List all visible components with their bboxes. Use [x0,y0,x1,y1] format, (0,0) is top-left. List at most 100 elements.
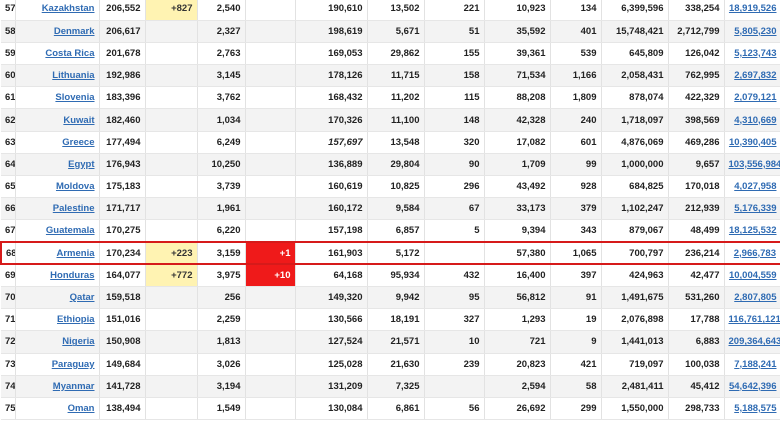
total-cases-cell: 176,943 [99,153,146,177]
country-link[interactable]: Lithuania [52,70,94,81]
total-cases-cell: 170,234 [99,241,146,266]
population-link[interactable]: 5,805,230 [734,26,776,37]
tests-per-million-cell: 212,939 [668,197,725,221]
country-cell: Armenia [15,241,100,266]
population-link[interactable]: 2,807,805 [734,292,776,303]
serious-critical-cell: 296 [424,175,485,199]
total-recovered-cell: 127,524 [295,330,368,354]
total-tests-cell: 15,748,421 [601,20,669,43]
country-link[interactable]: Honduras [50,270,94,281]
population-cell: 7,188,241 [724,353,780,376]
active-cases-cell: 7,325 [367,375,425,398]
total-deaths-cell: 3,762 [197,86,246,110]
total-cases-cell: 164,077 [99,264,146,287]
tests-per-million-cell: 42,477 [668,264,725,287]
country-link[interactable]: Egypt [68,159,94,170]
table-row: 67 Guatemala 170,275 6,220 157,198 6,857 5 9,39… [1,219,780,243]
country-link[interactable]: Ethiopia [57,314,94,325]
country-link[interactable]: Paraguay [52,359,95,370]
country-link[interactable]: Oman [68,403,95,414]
population-link[interactable]: 4,310,669 [734,115,776,126]
total-deaths-cell: 3,739 [197,175,246,199]
country-link[interactable]: Kazakhstan [42,3,95,14]
population-link[interactable]: 7,188,241 [734,359,776,370]
cases-per-million-cell: 1,293 [484,308,551,332]
total-cases-cell: 149,684 [99,353,146,376]
country-cell: Nigeria [15,330,100,354]
cases-per-million-cell: 56,812 [484,286,551,310]
active-cases-cell: 95,934 [367,264,425,287]
population-link[interactable]: 18,125,532 [729,225,777,236]
country-cell: Moldova [15,175,100,199]
active-cases-cell: 13,502 [367,0,425,21]
population-cell: 5,123,743 [724,42,780,66]
country-cell: Myanmar [15,375,100,398]
active-cases-cell: 11,715 [367,64,425,88]
table-row: 59 Costa Rica 201,678 2,763 169,053 29,862 155… [1,42,780,66]
tests-per-million-cell: 17,788 [668,308,725,332]
table-row: 69 Honduras 164,077 +772 3,975 +10 64,168 95,93… [1,264,780,287]
population-link[interactable]: 10,390,405 [729,137,777,148]
population-link[interactable]: 5,188,575 [734,403,776,414]
country-link[interactable]: Moldova [56,181,95,192]
country-link[interactable]: Qatar [70,292,95,303]
total-cases-cell: 177,494 [99,131,146,154]
population-link[interactable]: 10,004,559 [729,270,777,281]
population-cell: 2,079,121 [724,86,780,110]
table-row: 63 Greece 177,494 6,249 157,697 13,548 320 17,0… [1,131,780,154]
tests-per-million-cell: 236,214 [668,241,725,266]
total-recovered-cell: 130,084 [295,397,368,421]
total-recovered-cell: 160,619 [295,175,368,199]
country-link[interactable]: Denmark [54,26,95,37]
serious-critical-cell: 155 [424,42,485,66]
active-cases-cell: 29,862 [367,42,425,66]
population-cell: 54,642,396 [724,375,780,398]
population-link[interactable]: 18,919,526 [729,3,777,14]
cases-per-million-cell: 42,328 [484,108,551,132]
cases-per-million-cell: 26,692 [484,397,551,421]
total-deaths-cell: 6,220 [197,219,246,243]
rank-cell: 63 [1,131,16,154]
active-cases-cell: 18,191 [367,308,425,332]
country-link[interactable]: Myanmar [53,381,95,392]
population-link[interactable]: 209,364,643 [729,336,780,347]
population-link[interactable]: 2,079,121 [734,92,776,103]
serious-critical-cell [424,241,485,266]
tests-per-million-cell: 398,569 [668,108,725,132]
country-link[interactable]: Nigeria [62,336,94,347]
deaths-per-million-cell: 1,065 [550,241,602,266]
population-link[interactable]: 2,966,783 [734,248,776,259]
cases-per-million-cell: 57,380 [484,241,551,266]
population-link[interactable]: 5,176,339 [734,203,776,214]
table-row: 68 Armenia 170,234+2233,159+1161,9035,172 5… [0,241,780,266]
cases-per-million-cell: 10,923 [484,0,551,21]
country-cell: Slovenia [15,86,100,110]
country-link[interactable]: Greece [62,137,94,148]
new-deaths-cell [245,375,296,398]
tests-per-million-cell: 469,286 [668,131,725,154]
country-link[interactable]: Guatemala [46,225,95,236]
country-link[interactable]: Armenia [56,248,94,259]
country-link[interactable]: Slovenia [55,92,94,103]
total-cases-cell: 192,986 [99,64,146,88]
population-link[interactable]: 5,123,743 [734,48,776,59]
total-recovered-cell: 125,028 [295,353,368,376]
population-link[interactable]: 4,027,958 [734,181,776,192]
total-deaths-cell: 2,763 [197,42,246,66]
population-link[interactable]: 2,697,832 [734,70,776,81]
serious-critical-cell: 115 [424,86,485,110]
rank-cell: 73 [1,353,16,376]
population-link[interactable]: 116,761,121 [729,314,780,325]
country-link[interactable]: Palestine [53,203,95,214]
new-cases-cell [145,308,198,332]
tests-per-million-cell: 338,254 [668,0,725,21]
country-cell: Paraguay [15,353,100,376]
country-link[interactable]: Costa Rica [45,48,94,59]
population-link[interactable]: 103,556,984 [729,159,780,170]
new-deaths-cell [245,286,296,310]
rank-cell: 62 [1,108,16,132]
total-tests-cell: 1,491,675 [601,286,669,310]
country-link[interactable]: Kuwait [63,115,94,126]
population-link[interactable]: 54,642,396 [729,381,777,392]
active-cases-cell: 21,630 [367,353,425,376]
